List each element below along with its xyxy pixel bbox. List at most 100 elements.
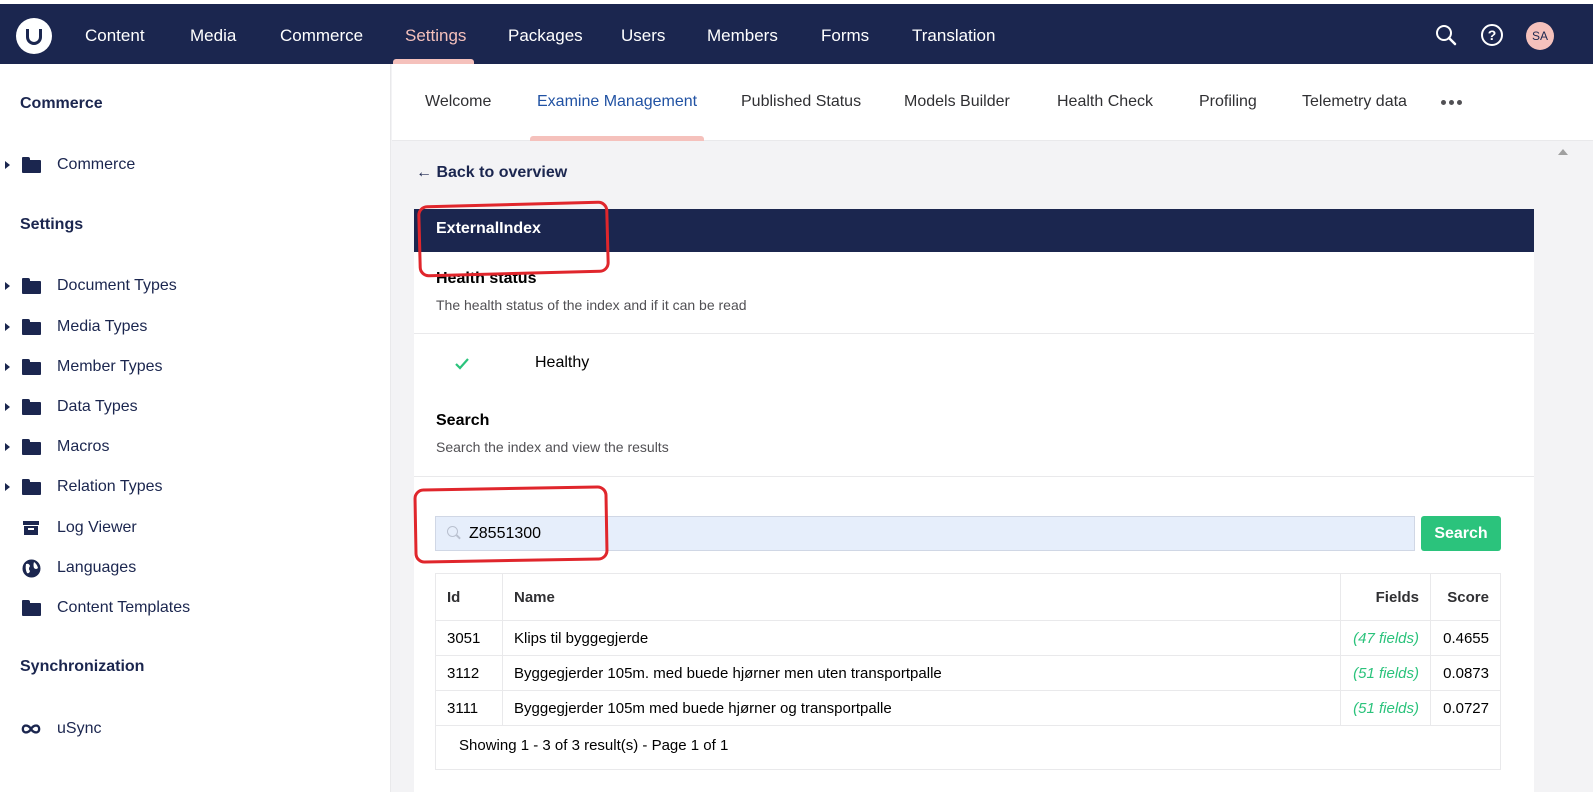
nav-packages[interactable]: Packages: [508, 8, 583, 64]
column-header-name: Name: [502, 573, 1341, 621]
result-score: 0.4655: [1430, 620, 1501, 656]
table-header-row: Id Name Fields Score: [435, 573, 1501, 621]
index-name: ExternalIndex: [436, 220, 541, 237]
tab-telemetry-data[interactable]: Telemetry data: [1302, 64, 1407, 141]
settings-tabs: Welcome Examine Management Published Sta…: [392, 64, 1593, 141]
folder-icon: [21, 439, 41, 455]
result-score: 0.0727: [1430, 690, 1501, 726]
nav-forms[interactable]: Forms: [821, 8, 869, 64]
sidebar-item-label: Member Types: [57, 358, 163, 375]
sidebar: Commerce Commerce Settings Document Type…: [0, 64, 391, 792]
result-score: 0.0873: [1430, 655, 1501, 691]
nav-media[interactable]: Media: [190, 8, 236, 64]
tab-health-check[interactable]: Health Check: [1057, 64, 1153, 141]
tab-welcome[interactable]: Welcome: [425, 64, 491, 141]
table-row: 3111 Byggegjerder 105m med buede hjørner…: [435, 690, 1501, 726]
scrollbar[interactable]: [1558, 141, 1568, 792]
archive-icon: [21, 520, 41, 536]
sidebar-item-media-types[interactable]: Media Types: [0, 311, 390, 343]
help-icon[interactable]: ?: [1479, 22, 1505, 48]
result-id: 3051: [435, 620, 503, 656]
index-panel: ExternalIndex Health status The health s…: [414, 209, 1534, 792]
tab-profiling[interactable]: Profiling: [1199, 64, 1257, 141]
sidebar-item-label: Languages: [57, 559, 137, 576]
caret-right-icon[interactable]: [5, 363, 10, 371]
sidebar-item-label: Log Viewer: [57, 519, 137, 536]
infinity-icon: [21, 721, 41, 737]
result-fields-link[interactable]: (51 fields): [1353, 665, 1419, 682]
result-name: Byggegjerder 105m. med buede hjørner men…: [502, 655, 1341, 691]
divider: [414, 333, 1534, 334]
sidebar-item-label: Media Types: [57, 318, 148, 335]
sidebar-item-label: uSync: [57, 720, 102, 737]
nav-members[interactable]: Members: [707, 8, 778, 64]
search-icon[interactable]: [1433, 22, 1459, 48]
caret-right-icon[interactable]: [5, 282, 10, 290]
column-header-fields: Fields: [1340, 573, 1431, 621]
table-row: 3051 Klips til byggegjerde (47 fields) 0…: [435, 620, 1501, 656]
umbraco-logo-icon[interactable]: [16, 18, 52, 54]
caret-right-icon[interactable]: [5, 443, 10, 451]
globe-icon: [21, 559, 41, 577]
sidebar-item-member-types[interactable]: Member Types: [0, 351, 390, 383]
sidebar-item-languages[interactable]: Languages: [0, 552, 390, 584]
back-to-overview-link[interactable]: ← Back to overview: [416, 164, 567, 182]
sidebar-section-settings: Settings: [20, 216, 84, 233]
sidebar-item-label: Data Types: [57, 398, 138, 415]
checkmark-icon: [454, 355, 470, 376]
sidebar-item-relation-types[interactable]: Relation Types: [0, 471, 390, 503]
nav-commerce[interactable]: Commerce: [280, 8, 363, 64]
user-avatar[interactable]: SA: [1526, 22, 1554, 50]
sidebar-section-commerce: Commerce: [20, 95, 103, 112]
result-name: Byggegjerder 105m med buede hjørner og t…: [502, 690, 1341, 726]
result-fields-link[interactable]: (47 fields): [1353, 630, 1419, 647]
nav-settings[interactable]: Settings: [405, 8, 466, 64]
folder-icon: [21, 399, 41, 415]
sidebar-item-label: Commerce: [57, 156, 136, 173]
results-table: Id Name Fields Score 3051 Klips til bygg…: [435, 573, 1501, 726]
health-status-value: Healthy: [535, 354, 590, 371]
sidebar-item-label: Content Templates: [57, 599, 191, 616]
search-button[interactable]: Search: [1421, 516, 1501, 551]
caret-right-icon[interactable]: [5, 161, 10, 169]
sidebar-item-macros[interactable]: Macros: [0, 431, 390, 463]
result-id: 3112: [435, 655, 503, 691]
sidebar-item-label: Relation Types: [57, 478, 163, 495]
tab-models-builder[interactable]: Models Builder: [904, 64, 1010, 141]
results-pager: Showing 1 - 3 of 3 result(s) - Page 1 of…: [435, 724, 1501, 770]
sidebar-item-label: Document Types: [57, 277, 177, 294]
health-status-description: The health status of the index and if it…: [436, 297, 747, 313]
tab-examine-management[interactable]: Examine Management: [537, 64, 697, 141]
divider: [414, 476, 1534, 477]
result-fields-link[interactable]: (51 fields): [1353, 700, 1419, 717]
sidebar-item-commerce[interactable]: Commerce: [0, 149, 390, 181]
search-input[interactable]: [469, 517, 1409, 550]
caret-right-icon[interactable]: [5, 483, 10, 491]
index-header: ExternalIndex: [414, 209, 1534, 252]
sidebar-item-label: Macros: [57, 438, 110, 455]
sidebar-item-usync[interactable]: uSync: [0, 713, 390, 745]
svg-text:?: ?: [1488, 27, 1497, 43]
nav-content[interactable]: Content: [85, 8, 145, 64]
caret-right-icon[interactable]: [5, 323, 10, 331]
nav-translation[interactable]: Translation: [912, 8, 995, 64]
folder-icon: [21, 600, 41, 616]
scroll-up-arrow-icon[interactable]: [1558, 149, 1568, 155]
folder-icon: [21, 157, 41, 173]
sidebar-item-log-viewer[interactable]: Log Viewer: [0, 512, 390, 544]
result-id: 3111: [435, 690, 503, 726]
caret-right-icon[interactable]: [5, 403, 10, 411]
sidebar-item-content-templates[interactable]: Content Templates: [0, 592, 390, 624]
search-description: Search the index and view the results: [436, 439, 669, 455]
folder-icon: [21, 278, 41, 294]
nav-users[interactable]: Users: [621, 8, 665, 64]
search-field[interactable]: [435, 516, 1415, 551]
folder-icon: [21, 479, 41, 495]
more-tabs-icon[interactable]: [1441, 100, 1462, 105]
active-tab-indicator: [530, 136, 704, 141]
sidebar-item-document-types[interactable]: Document Types: [0, 270, 390, 302]
tab-published-status[interactable]: Published Status: [741, 64, 861, 141]
search-icon: [447, 526, 458, 537]
sidebar-item-data-types[interactable]: Data Types: [0, 391, 390, 423]
table-row: 3112 Byggegjerder 105m. med buede hjørne…: [435, 655, 1501, 691]
